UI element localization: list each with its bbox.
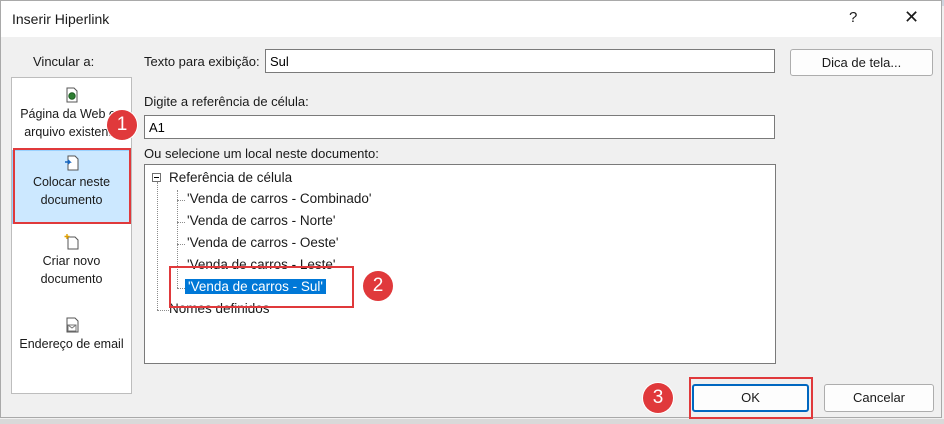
link-to-label: Vincular a:: [33, 54, 95, 69]
dialog-title: Inserir Hiperlink: [12, 11, 110, 27]
title-bar: Inserir Hiperlink ? ✕: [1, 1, 941, 37]
tree-connector: [157, 310, 169, 311]
tree-connector: [177, 222, 185, 223]
link-to-email-label: Endereço de email: [19, 337, 124, 351]
close-button[interactable]: ✕: [904, 7, 919, 28]
highlight-place-in-document: [13, 148, 131, 224]
display-text-label: Texto para exibição:: [144, 54, 260, 69]
place-in-document-label: Ou selecione um local neste documento:: [144, 146, 379, 161]
cell-reference-label: Digite a referência de célula:: [144, 94, 309, 109]
step-badge-3: 3: [643, 383, 673, 413]
new-document-icon: [64, 234, 78, 250]
insert-hyperlink-dialog: Inserir Hiperlink ? ✕ Vincular a: Página…: [0, 0, 942, 419]
display-text-input[interactable]: [265, 49, 775, 73]
background-sheet-strip: [0, 419, 944, 424]
tree-root-cell-reference[interactable]: Referência de célula: [169, 170, 292, 185]
link-to-new-document-label: Criar novo documento: [40, 254, 103, 286]
link-to-new-document[interactable]: Criar novo documento: [12, 234, 131, 288]
tree-connector: [177, 244, 185, 245]
cancel-button-label: Cancelar: [852, 390, 906, 405]
tree-item-oeste[interactable]: 'Venda de carros - Oeste': [187, 235, 339, 250]
tree-item-combinado[interactable]: 'Venda de carros - Combinado': [187, 191, 372, 206]
cancel-button[interactable]: Cancelar: [824, 384, 934, 412]
help-button[interactable]: ?: [849, 9, 857, 26]
document-places-tree[interactable]: Referência de célula 'Venda de carros - …: [144, 164, 776, 364]
tree-connector: [157, 182, 158, 310]
screentip-button[interactable]: Dica de tela...: [790, 49, 933, 76]
highlight-sul-item: [169, 266, 354, 308]
highlight-ok-button: [689, 377, 813, 419]
tree-connector: [177, 200, 185, 201]
tree-item-norte[interactable]: 'Venda de carros - Norte': [187, 213, 335, 228]
collapse-toggle-icon[interactable]: [152, 173, 161, 182]
email-icon: [66, 317, 78, 333]
screentip-button-label: Dica de tela...: [821, 55, 902, 70]
web-page-icon: [66, 87, 77, 103]
cell-reference-input[interactable]: [144, 115, 775, 139]
step-badge-2: 2: [363, 271, 393, 301]
link-to-email[interactable]: Endereço de email: [12, 317, 131, 353]
step-badge-1: 1: [107, 110, 137, 140]
